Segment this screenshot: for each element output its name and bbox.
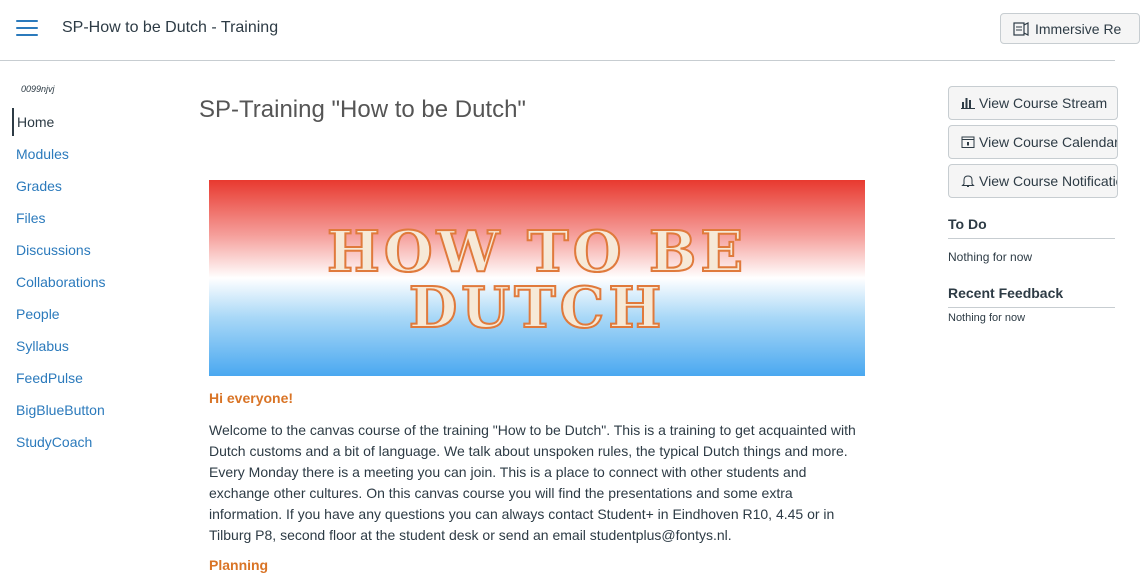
nav-item-modules[interactable]: Modules <box>12 140 152 172</box>
breadcrumb-course-title[interactable]: SP-How to be Dutch - Training <box>62 19 278 37</box>
view-course-notifications-button[interactable]: View Course Notifications <box>948 164 1118 198</box>
view-course-calendar-label: View Course Calendar <box>979 134 1118 150</box>
planning-heading: Planning <box>209 557 269 573</box>
nav-item-studycoach[interactable]: StudyCoach <box>12 428 152 460</box>
bar-chart-icon <box>961 98 975 109</box>
view-course-stream-label: View Course Stream <box>979 95 1108 111</box>
calendar-icon <box>961 136 975 148</box>
nav-item-bigbluebutton[interactable]: BigBlueButton <box>12 396 152 428</box>
hamburger-menu-icon[interactable] <box>16 20 38 38</box>
immersive-reader-icon <box>1013 22 1029 36</box>
recent-feedback-heading: Recent Feedback <box>948 285 1115 308</box>
immersive-reader-button[interactable]: Immersive Re <box>1000 13 1140 44</box>
banner-text-line-1: HOW TO BE <box>326 219 748 285</box>
nav-item-feedpulse[interactable]: FeedPulse <box>12 364 152 396</box>
bell-icon <box>961 175 975 187</box>
immersive-reader-label: Immersive Re <box>1035 21 1122 37</box>
nav-item-files[interactable]: Files <box>12 204 152 236</box>
greeting-heading: Hi everyone! <box>209 390 294 406</box>
view-course-notifications-label: View Course Notifications <box>979 173 1117 189</box>
nav-item-grades[interactable]: Grades <box>12 172 152 204</box>
course-header: SP-How to be Dutch - Training <box>0 0 1115 61</box>
nav-item-syllabus[interactable]: Syllabus <box>12 332 152 364</box>
course-code: 0099njvj <box>21 84 55 94</box>
view-course-stream-button[interactable]: View Course Stream <box>948 86 1118 120</box>
todo-heading: To Do <box>948 216 1115 239</box>
nav-list: Home Modules Grades Files Discussions Co… <box>12 108 152 460</box>
nav-item-people[interactable]: People <box>12 300 152 332</box>
recent-feedback-empty-text: Nothing for now <box>948 312 1026 324</box>
course-banner-image: HOW TO BE DUTCH <box>209 180 865 376</box>
page-title: SP-Training "How to be Dutch" <box>199 96 526 123</box>
nav-item-collaborations[interactable]: Collaborations <box>12 268 152 300</box>
banner-text-line-2: DUTCH <box>408 275 666 341</box>
view-course-calendar-button[interactable]: View Course Calendar <box>948 125 1118 159</box>
intro-paragraph: Welcome to the canvas course of the trai… <box>209 422 856 543</box>
nav-item-discussions[interactable]: Discussions <box>12 236 152 268</box>
nav-item-home[interactable]: Home <box>12 108 152 136</box>
todo-empty-text: Nothing for now <box>948 250 1033 264</box>
